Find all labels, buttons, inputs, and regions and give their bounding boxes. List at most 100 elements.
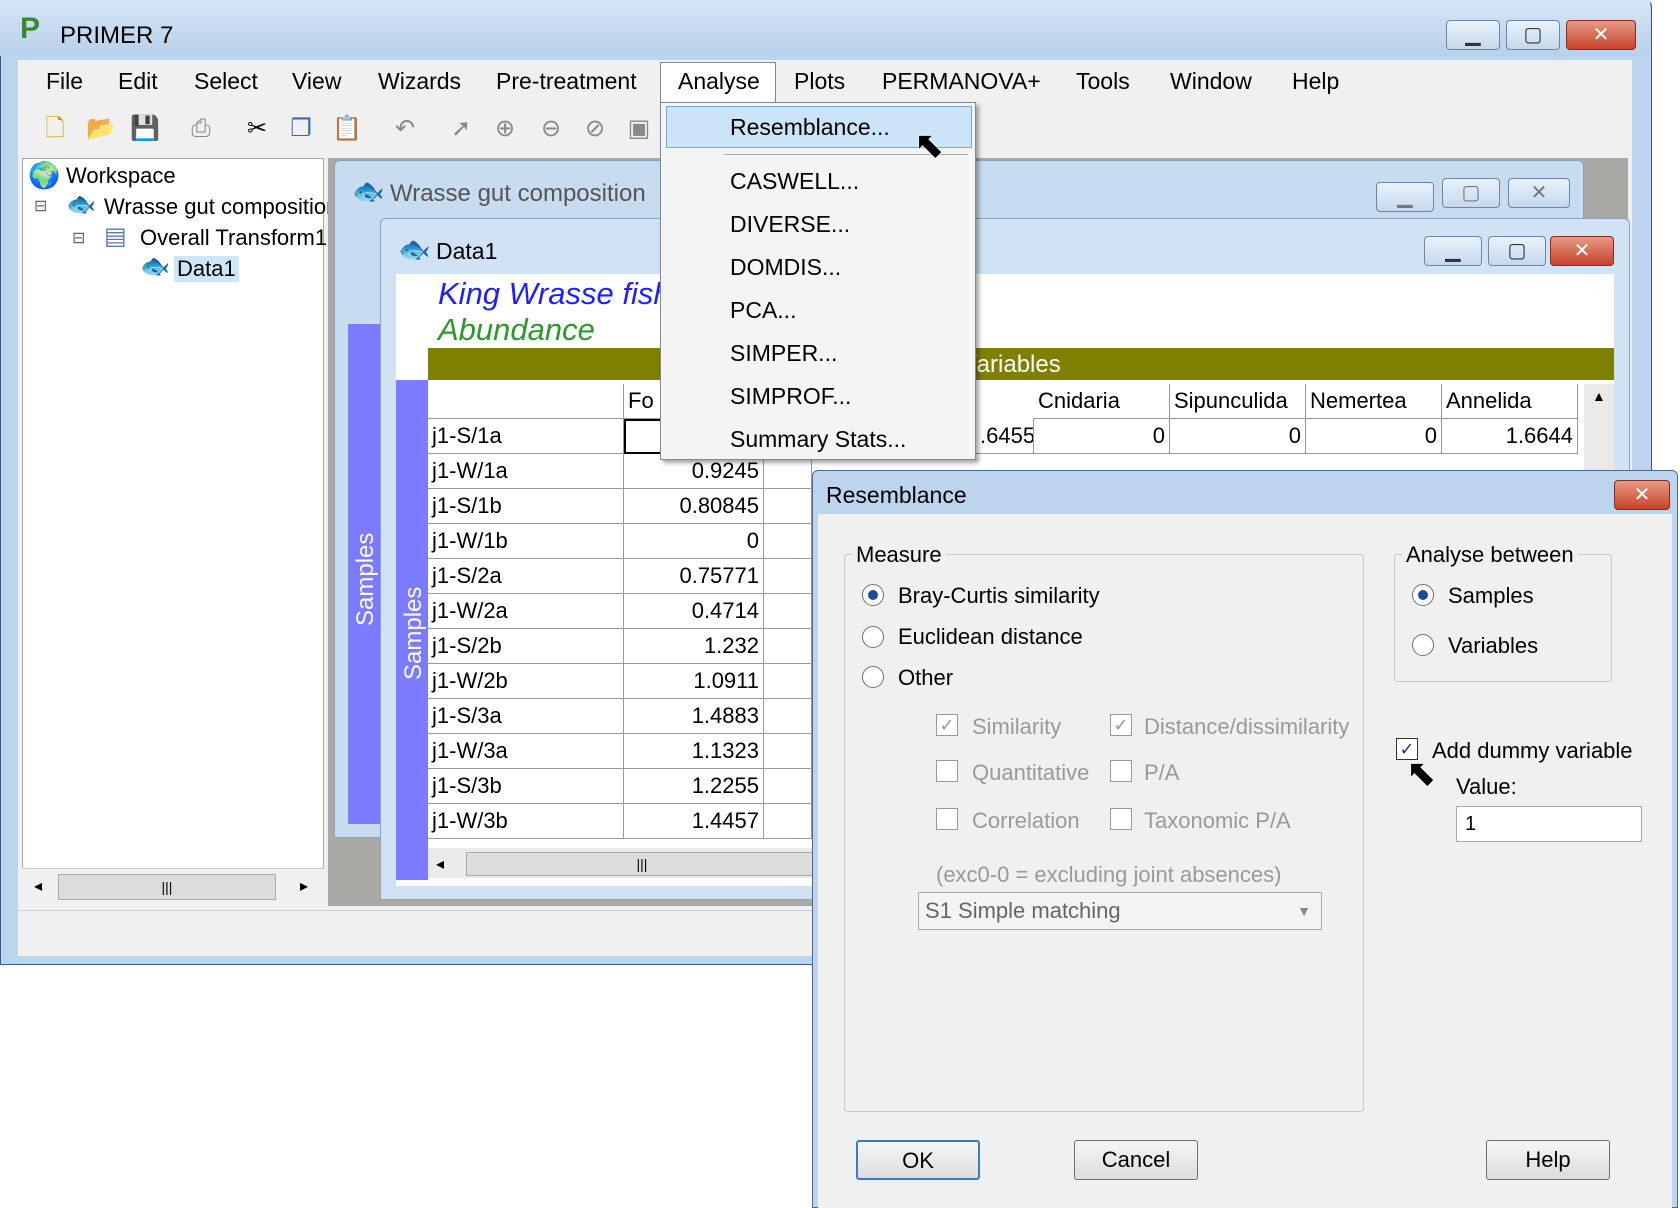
zoom-reset-icon[interactable]: ⊘ [580, 114, 610, 144]
column-header[interactable]: Annelida [1442, 384, 1578, 419]
menu-item-diverse[interactable]: DIVERSE... [730, 211, 850, 238]
ok-button[interactable]: OK [856, 1140, 980, 1180]
paste-icon[interactable]: 📋 [332, 114, 362, 144]
new-icon[interactable]: 🗋 [40, 114, 70, 144]
open-icon[interactable]: 📂 [86, 114, 116, 144]
menu-item-simper[interactable]: SIMPER... [730, 340, 837, 367]
dummy-value-input[interactable]: 1 [1456, 806, 1642, 842]
menu-item-resemblance[interactable]: Resemblance... [730, 114, 890, 141]
row-label[interactable]: j1-S/1a [428, 419, 624, 454]
samples-radio[interactable] [1412, 584, 1434, 606]
menu-permanova[interactable]: PERMANOVA+ [882, 68, 1041, 95]
other-measure-select[interactable]: S1 Simple matching ▼ [918, 892, 1322, 930]
scroll-up-icon[interactable]: ▲ [1592, 388, 1606, 404]
other-label[interactable]: Other [898, 665, 953, 691]
scroll-left-icon[interactable]: ◂ [34, 876, 42, 896]
table-cell[interactable]: 0 [624, 524, 764, 559]
menu-file[interactable]: File [46, 68, 83, 95]
add-dummy-label[interactable]: Add dummy variable [1432, 738, 1633, 764]
pa-checkbox[interactable] [1110, 760, 1132, 782]
table-cell[interactable] [764, 699, 812, 734]
euclidean-label[interactable]: Euclidean distance [898, 624, 1083, 650]
table-cell[interactable]: 1.1323 [624, 734, 764, 769]
samples-option-label[interactable]: Samples [1448, 583, 1534, 609]
table-cell[interactable] [764, 664, 812, 699]
bray-curtis-radio[interactable] [862, 584, 884, 606]
row-label[interactable]: j1-S/3b [428, 769, 624, 804]
variables-option-label[interactable]: Variables [1448, 633, 1538, 659]
table-cell[interactable] [764, 629, 812, 664]
other-radio[interactable] [862, 666, 884, 688]
collapse-icon[interactable]: ⊟ [34, 196, 47, 216]
tree-scroll-thumb[interactable]: ||| [58, 874, 276, 900]
close-button[interactable]: ✕ [1566, 20, 1636, 50]
quantitative-checkbox[interactable] [936, 760, 958, 782]
table-cell[interactable]: 0 [1170, 419, 1306, 454]
row-label[interactable]: j1-W/1a [428, 454, 624, 489]
similarity-checkbox[interactable]: ✓ [936, 714, 958, 736]
data1-minimize-button[interactable]: ▁ [1424, 236, 1482, 266]
table-cell[interactable]: 0.80845 [624, 489, 764, 524]
zoom-out-icon[interactable]: ⊖ [536, 114, 566, 144]
menu-wizards[interactable]: Wizards [378, 68, 461, 95]
print-icon[interactable]: ⎙ [186, 114, 216, 144]
undo-icon[interactable]: ↶ [390, 114, 420, 144]
menu-item-pca[interactable]: PCA... [730, 297, 796, 324]
euclidean-radio[interactable] [862, 626, 884, 648]
column-header[interactable]: Sipunculida [1170, 384, 1306, 419]
help-button[interactable]: Help [1486, 1140, 1610, 1180]
correlation-checkbox[interactable] [936, 808, 958, 830]
cancel-button[interactable]: Cancel [1074, 1140, 1198, 1180]
menu-item-summary-stats[interactable]: Summary Stats... [730, 426, 906, 453]
table-cell[interactable] [764, 559, 812, 594]
row-label[interactable]: j1-W/3b [428, 804, 624, 839]
row-label[interactable]: j1-W/1b [428, 524, 624, 559]
table-cell[interactable]: 0 [1034, 419, 1170, 454]
table-cell[interactable]: 1.4457 [624, 804, 764, 839]
cut-icon[interactable]: ✂ [242, 114, 272, 144]
table-cell[interactable] [764, 804, 812, 839]
table-cell[interactable]: 0.75771 [624, 559, 764, 594]
table-cell[interactable]: 1.2255 [624, 769, 764, 804]
data1-maximize-button[interactable]: ▢ [1488, 236, 1546, 266]
wrasse-close-button[interactable]: ✕ [1508, 178, 1570, 208]
table-cell[interactable]: 1.4883 [624, 699, 764, 734]
table-cell[interactable] [764, 524, 812, 559]
tree-workbook[interactable]: Wrasse gut compositior [104, 194, 333, 220]
table-cell[interactable]: 0.4714 [624, 594, 764, 629]
table-cell[interactable] [764, 489, 812, 524]
table-cell[interactable]: 1.232 [624, 629, 764, 664]
tree-data1[interactable]: Data1 [174, 256, 239, 282]
table-cell[interactable] [764, 769, 812, 804]
menu-help[interactable]: Help [1292, 68, 1339, 95]
variables-radio[interactable] [1412, 634, 1434, 656]
column-header[interactable]: Nemertea [1306, 384, 1442, 419]
menu-tools[interactable]: Tools [1076, 68, 1130, 95]
wrasse-minimize-button[interactable]: ▁ [1376, 182, 1434, 212]
copy-icon[interactable]: ❐ [286, 114, 316, 144]
scroll-right-icon[interactable]: ▸ [300, 876, 308, 896]
taxonomic-pa-checkbox[interactable] [1110, 808, 1132, 830]
data1-close-button[interactable]: ✕ [1550, 236, 1614, 266]
menu-edit[interactable]: Edit [118, 68, 158, 95]
column-header[interactable]: Cnidaria [1034, 384, 1170, 419]
save-icon[interactable]: 💾 [130, 114, 160, 144]
menu-item-domdis[interactable]: DOMDIS... [730, 254, 841, 281]
table-cell[interactable]: 1.6644 [1442, 419, 1578, 454]
menu-item-caswell[interactable]: CASWELL... [730, 168, 859, 195]
menu-pre-treatment[interactable]: Pre-treatment [496, 68, 637, 95]
tree-workspace[interactable]: Workspace [66, 163, 176, 189]
sheet-scroll-thumb[interactable]: ||| [466, 852, 818, 876]
wrasse-maximize-button[interactable]: ▢ [1442, 178, 1500, 208]
row-label[interactable]: j1-S/3a [428, 699, 624, 734]
table-cell[interactable] [764, 594, 812, 629]
zoom-in-icon[interactable]: ⊕ [490, 114, 520, 144]
tree-transform[interactable]: Overall Transform1 [140, 225, 327, 251]
pointer-icon[interactable]: ➚ [446, 114, 476, 144]
minimize-button[interactable]: ▁ [1446, 20, 1500, 50]
collapse-icon[interactable]: ⊟ [72, 228, 85, 248]
distance-checkbox[interactable]: ✓ [1110, 714, 1132, 736]
select-box-icon[interactable]: ▣ [624, 114, 654, 144]
row-label[interactable]: j1-S/2b [428, 629, 624, 664]
row-label[interactable]: j1-S/1b [428, 489, 624, 524]
